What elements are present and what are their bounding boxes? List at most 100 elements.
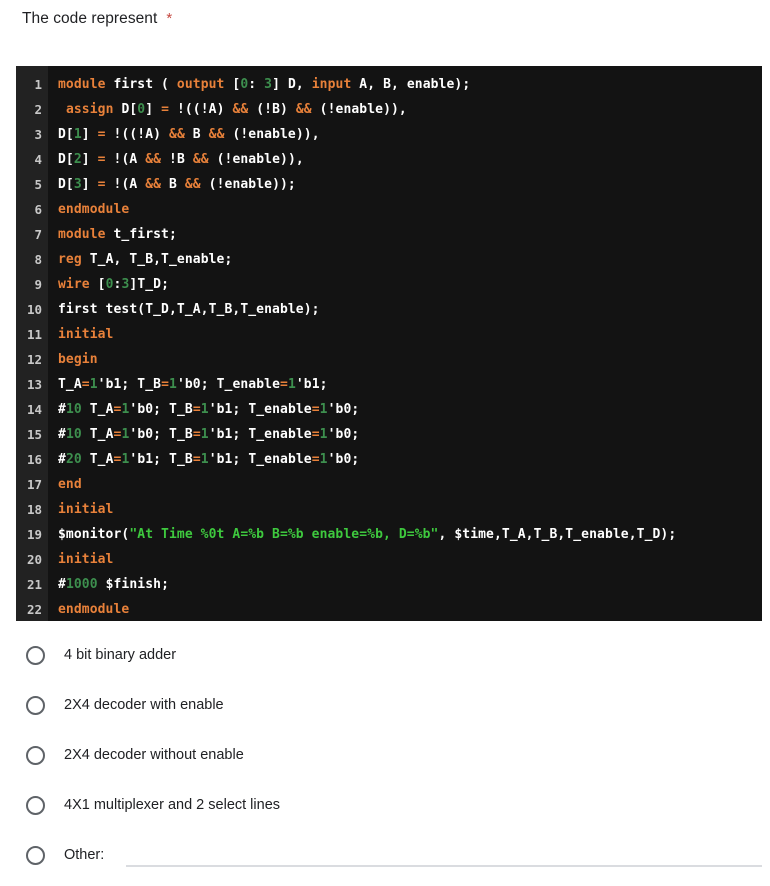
code-token: module — [58, 77, 114, 92]
code-token: 1000 — [65, 577, 98, 592]
option-row-opt-4x1-multiplexer[interactable]: 4X1 multiplexer and 2 select lines — [0, 780, 770, 830]
code-token: && — [184, 177, 201, 192]
code-token: !(A — [105, 177, 146, 192]
code-token: [ — [97, 277, 106, 292]
code-line: $monitor("At Time %0t A=%b B=%b enable=%… — [58, 522, 762, 547]
code-token: begin — [58, 352, 98, 367]
code-token: ] — [81, 177, 98, 192]
code-line-number: 11 — [26, 327, 42, 342]
code-token: T_A — [81, 452, 114, 467]
code-token: = — [81, 377, 90, 392]
code-token: D[ — [58, 127, 74, 142]
code-token: 1 — [169, 377, 177, 392]
code-token: 'b1; T_B — [129, 452, 193, 467]
code-line-number: 13 — [26, 377, 42, 392]
code-token: T_A — [81, 427, 114, 442]
code-token: = — [97, 127, 106, 142]
code-line: #20 T_A=1'b1; T_B=1'b1; T_enable=1'b0; — [58, 447, 762, 472]
code-token: = — [192, 452, 201, 467]
code-token: B — [161, 177, 185, 192]
code-token: 1 — [319, 452, 328, 467]
radio-button-other[interactable] — [26, 845, 45, 865]
option-row-opt-2x4-decoder-with-enable[interactable]: 2X4 decoder with enable — [0, 680, 770, 730]
code-token: 1 — [200, 402, 209, 417]
code-token: $finish; — [97, 577, 169, 592]
code-token: 1 — [89, 377, 98, 392]
code-token: && — [232, 102, 249, 117]
code-line-number: 17 — [26, 477, 42, 492]
code-token: && — [145, 152, 162, 167]
code-token: (!enable)), — [311, 102, 407, 117]
option-row-opt-2x4-decoder-without-enable[interactable]: 2X4 decoder without enable — [0, 730, 770, 780]
code-line-number: 20 — [26, 552, 42, 567]
code-line: wire [0:3]T_D; — [58, 272, 762, 297]
code-line: first test(T_D,T_A,T_B,T_enable); — [58, 297, 762, 322]
radio-button-opt-4bit-binary-adder[interactable] — [26, 645, 45, 665]
code-line: reg T_A, T_B,T_enable; — [58, 247, 762, 272]
code-token: endmodule — [58, 602, 130, 617]
code-token: 'b0; T_enable — [176, 377, 280, 392]
code-line-number: 1 — [34, 77, 42, 92]
code-token: A, B, enable); — [359, 77, 471, 92]
code-token: 'b1; — [295, 377, 328, 392]
code-token: 1 — [287, 377, 296, 392]
code-token: first ( — [113, 77, 177, 92]
code-token: D[ — [121, 102, 138, 117]
code-line: #10 T_A=1'b0; T_B=1'b1; T_enable=1'b0; — [58, 397, 762, 422]
code-token: (!enable)), — [224, 127, 320, 142]
question-heading: The code represent * — [22, 8, 172, 30]
code-token: D[ — [58, 152, 74, 167]
option-row-other[interactable]: Other: — [0, 830, 770, 880]
code-token: = — [97, 152, 106, 167]
code-token: && — [295, 102, 312, 117]
code-token: 'b1; T_enable — [208, 402, 312, 417]
code-line: endmodule — [58, 597, 762, 621]
required-asterisk: * — [166, 10, 173, 27]
code-line: end — [58, 472, 762, 497]
code-line: initial — [58, 322, 762, 347]
code-token: 0 — [105, 277, 114, 292]
radio-button-opt-2x4-decoder-without-enable[interactable] — [26, 745, 45, 765]
code-line-number: 10 — [26, 302, 42, 317]
option-label-other: Other: — [64, 847, 105, 863]
code-line-number: 7 — [34, 227, 42, 242]
code-token: wire — [58, 277, 98, 292]
question-page: The code represent * 1 2 3 4 5 6 7 8 9 10 11 12 13 14… — [0, 0, 770, 886]
code-token: # — [58, 577, 66, 592]
code-content: module first ( output [0: 3] D, input A,… — [48, 66, 762, 621]
code-token: reg — [58, 252, 90, 267]
code-token: module — [58, 227, 114, 242]
option-label-opt-2x4-decoder-with-enable: 2X4 decoder with enable — [64, 697, 224, 713]
option-label-opt-4x1-multiplexer: 4X1 multiplexer and 2 select lines — [64, 797, 281, 813]
code-token: = — [192, 427, 201, 442]
code-line-number: 14 — [26, 402, 42, 417]
option-row-opt-4bit-binary-adder[interactable]: 4 bit binary adder — [0, 630, 770, 680]
radio-button-opt-4x1-multiplexer[interactable] — [26, 795, 45, 815]
code-token: 1 — [73, 127, 82, 142]
code-line: D[2] = !(A && !B && (!enable)), — [58, 147, 762, 172]
code-token: input — [311, 77, 360, 92]
code-line-number: 2 — [34, 102, 42, 117]
code-token: = — [192, 402, 201, 417]
code-line-number: 22 — [26, 602, 42, 617]
code-line-number: 9 — [34, 277, 42, 292]
code-line: initial — [58, 547, 762, 572]
code-line: initial — [58, 497, 762, 522]
code-token: 'b0; — [327, 427, 360, 442]
code-token: output — [176, 77, 233, 92]
code-token: = — [311, 427, 320, 442]
code-token: (!enable)), — [208, 152, 304, 167]
code-token: 10 — [65, 427, 82, 442]
code-token: # — [58, 427, 66, 442]
code-token: ] — [81, 152, 98, 167]
code-token: initial — [58, 502, 114, 517]
other-text-input[interactable] — [126, 843, 762, 867]
code-line-number: 16 — [26, 452, 42, 467]
code-token: : — [248, 77, 265, 92]
code-token: T_A — [81, 402, 114, 417]
radio-button-opt-2x4-decoder-with-enable[interactable] — [26, 695, 45, 715]
code-token: = — [280, 377, 288, 392]
code-line: endmodule — [58, 197, 762, 222]
code-token: D[ — [58, 177, 74, 192]
code-line-number: 3 — [34, 127, 42, 142]
